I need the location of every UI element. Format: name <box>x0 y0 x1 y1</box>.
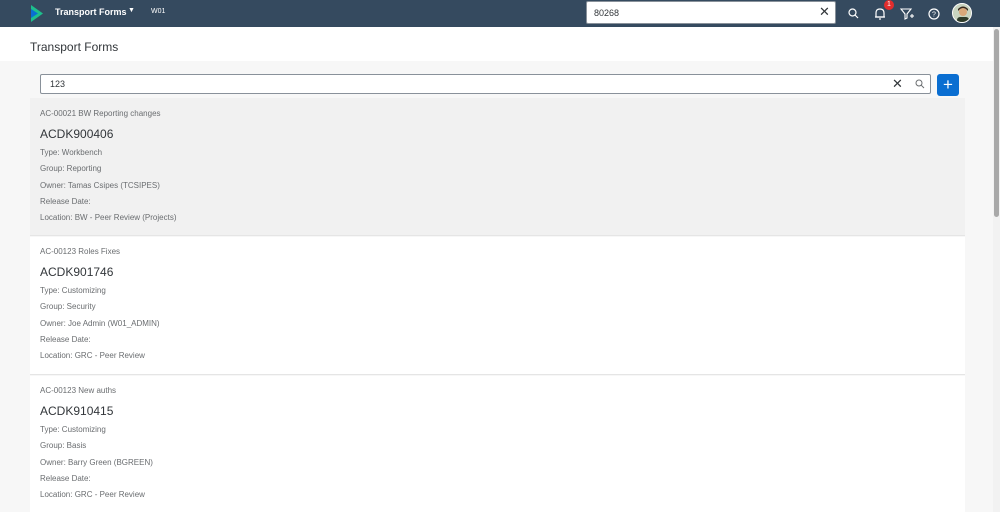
svg-text:?: ? <box>932 12 936 19</box>
item-group: Group: Reporting <box>40 164 102 173</box>
item-owner: Owner: Barry Green (BGREEN) <box>40 458 153 467</box>
system-id: W01 <box>151 8 166 15</box>
scrollbar-thumb[interactable] <box>994 29 999 217</box>
help-icon[interactable]: ? <box>925 5 943 23</box>
app-title[interactable]: Transport Forms <box>55 7 127 17</box>
avatar[interactable] <box>952 3 972 23</box>
item-release-date: Release Date: <box>40 197 91 206</box>
user-avatar-icon <box>953 4 971 22</box>
item-type: Type: Workbench <box>40 148 103 157</box>
item-group: Group: Basis <box>40 441 87 450</box>
search-input[interactable]: 123 ✕ <box>40 74 931 94</box>
add-button[interactable]: + <box>937 74 959 96</box>
shell-bar: Transport Forms ▼ W01 80268 ✕ 1 ? <box>0 0 1000 27</box>
item-subtitle: AC-00021 BW Reporting changes <box>40 109 161 118</box>
list-item[interactable]: AC-00021 BW Reporting changes ACDK900406… <box>30 98 965 236</box>
list-item[interactable]: AC-00123 New auths ACDK910415 Type: Cust… <box>30 376 965 512</box>
item-location: Location: BW - Peer Review (Projects) <box>40 213 177 222</box>
filter-icon[interactable] <box>898 5 916 23</box>
clear-icon[interactable]: ✕ <box>892 76 903 92</box>
notification-badge: 1 <box>884 0 894 10</box>
item-owner: Owner: Tamas Csipes (TCSIPES) <box>40 181 160 190</box>
item-title: ACDK900406 <box>40 127 114 141</box>
shell-search-input[interactable]: 80268 ✕ <box>586 1 836 24</box>
list-item[interactable]: AC-00123 Roles Fixes ACDK901746 Type: Cu… <box>30 237 965 375</box>
item-release-date: Release Date: <box>40 474 91 483</box>
search-icon[interactable] <box>845 5 863 23</box>
item-type: Type: Customizing <box>40 286 106 295</box>
shell-search-value: 80268 <box>594 8 620 18</box>
page-title: Transport Forms <box>30 40 119 54</box>
page-header: Transport Forms <box>0 27 993 61</box>
item-type: Type: Customizing <box>40 425 106 434</box>
item-location: Location: GRC - Peer Review <box>40 490 145 499</box>
item-group: Group: Security <box>40 302 96 311</box>
search-value: 123 <box>50 79 66 89</box>
item-title: ACDK901746 <box>40 265 114 279</box>
chevron-down-icon[interactable]: ▼ <box>128 7 135 14</box>
item-title: ACDK910415 <box>40 404 114 418</box>
vertical-scrollbar[interactable] <box>993 27 1000 512</box>
plus-icon: + <box>943 75 953 94</box>
item-subtitle: AC-00123 Roles Fixes <box>40 247 121 256</box>
search-icon[interactable] <box>914 78 926 90</box>
item-owner: Owner: Joe Admin (W01_ADMIN) <box>40 319 160 328</box>
item-subtitle: AC-00123 New auths <box>40 386 117 395</box>
item-location: Location: GRC - Peer Review <box>40 351 145 360</box>
app-logo-icon[interactable] <box>31 5 43 22</box>
clear-icon[interactable]: ✕ <box>819 5 830 19</box>
item-release-date: Release Date: <box>40 335 91 344</box>
